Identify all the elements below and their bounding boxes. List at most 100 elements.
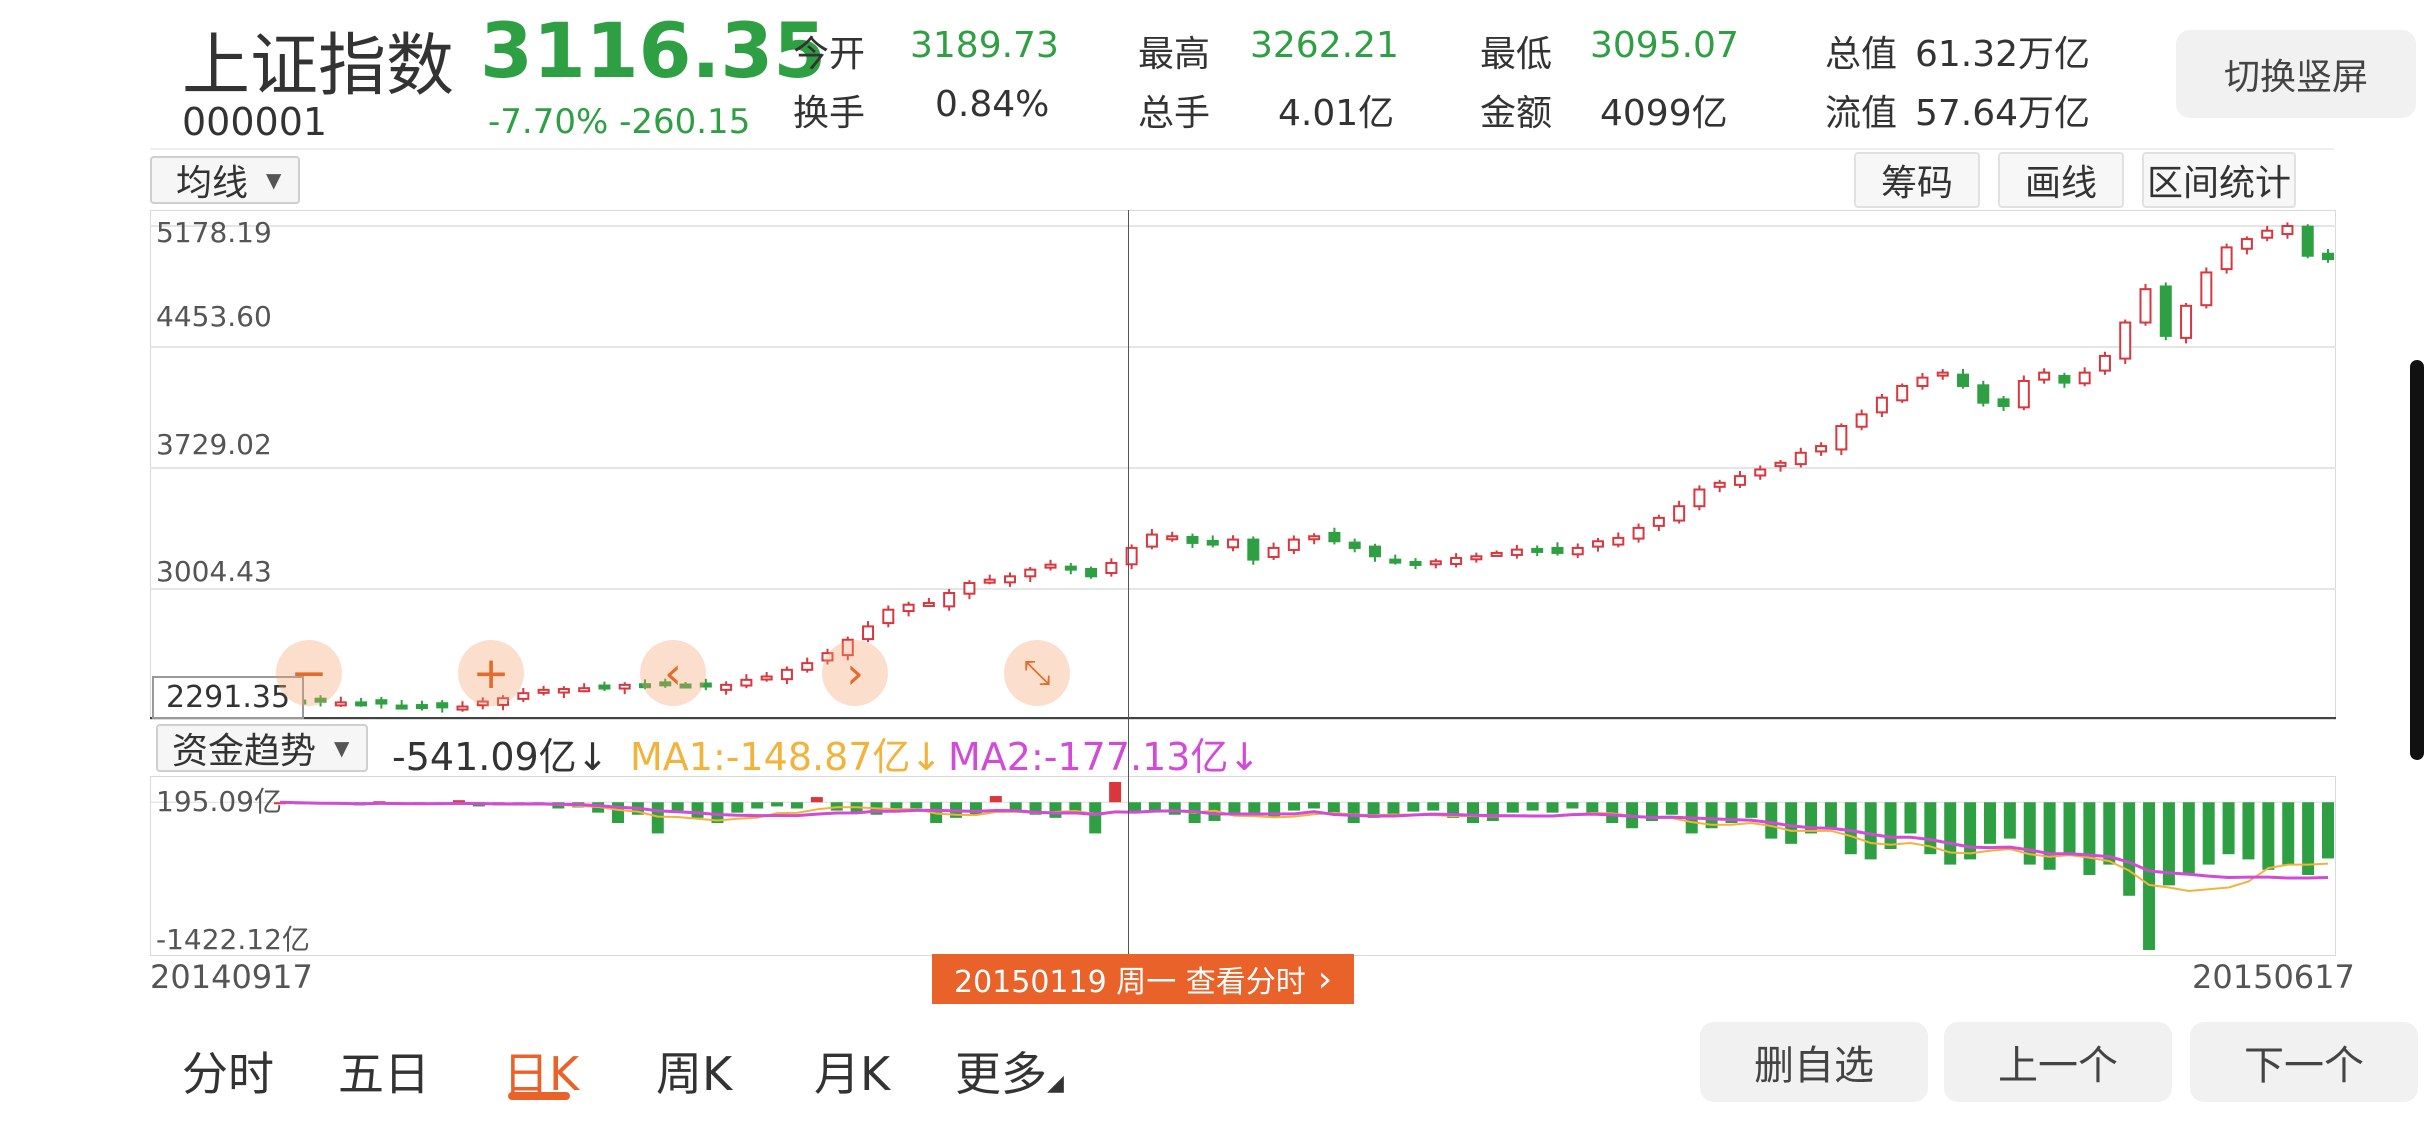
stat-turnover-label: 换手 bbox=[793, 93, 866, 134]
fund-bar bbox=[910, 802, 923, 809]
fund-bar bbox=[1765, 802, 1778, 839]
candle-body bbox=[1875, 396, 1888, 414]
ma-select[interactable]: 均线 ▼ bbox=[150, 156, 300, 204]
fund-bar bbox=[1148, 802, 1161, 811]
y-label-2: 4453.60 bbox=[156, 300, 272, 333]
candle-body bbox=[760, 675, 773, 681]
zoom-out-icon[interactable]: − bbox=[276, 640, 342, 706]
draw-line-button[interactable]: 画线 bbox=[1998, 152, 2124, 208]
cursor-date-text: 20150119 周一 查看分时 bbox=[954, 965, 1306, 1000]
fund-bar bbox=[1407, 802, 1420, 812]
candle-body bbox=[1308, 535, 1321, 541]
fund-bar bbox=[1347, 802, 1360, 824]
next-arrow-icon[interactable]: › bbox=[822, 640, 888, 706]
index-change: -7.70% -260.15 bbox=[488, 102, 751, 142]
candle-body bbox=[415, 704, 428, 710]
tab-intraday[interactable]: 分时 bbox=[182, 1038, 274, 1104]
chips-button[interactable]: 筹码 bbox=[1854, 152, 1980, 208]
tab-weekly-k[interactable]: 周K bbox=[656, 1038, 732, 1104]
next-button[interactable]: 下一个 bbox=[2190, 1022, 2418, 1102]
fund-bar bbox=[691, 802, 704, 818]
stat-low-value: 3095.07 bbox=[1590, 25, 1739, 66]
zoom-in-icon[interactable]: + bbox=[458, 640, 524, 706]
candle-body bbox=[1389, 558, 1402, 564]
candle-body bbox=[1409, 560, 1422, 566]
fund-bar bbox=[1864, 802, 1877, 860]
remove-watchlist-button[interactable]: 删自选 bbox=[1700, 1022, 1928, 1102]
candle-body bbox=[537, 688, 550, 694]
candle-body bbox=[2119, 321, 2132, 360]
header-divider bbox=[150, 148, 2334, 150]
fund-chart[interactable] bbox=[150, 776, 2336, 956]
y-label-4: 3004.43 bbox=[156, 555, 272, 588]
stat-total-value-label: 总值 bbox=[1825, 34, 1898, 75]
y-label-3: 3729.02 bbox=[156, 428, 272, 461]
candle-body bbox=[1247, 538, 1260, 561]
start-date: 20140917 bbox=[150, 958, 313, 996]
candle-body bbox=[1044, 563, 1057, 569]
candle-body bbox=[2139, 288, 2152, 324]
candle-body bbox=[2180, 304, 2193, 339]
y-label-1: 5178.19 bbox=[156, 216, 272, 249]
ma-select-label: 均线 bbox=[176, 163, 249, 204]
candle-body bbox=[1064, 565, 1077, 571]
scrollbar[interactable] bbox=[2410, 360, 2424, 760]
fund-select[interactable]: 资金趋势 ▼ bbox=[156, 724, 368, 772]
stat-turnover-value: 0.84% bbox=[935, 84, 1050, 125]
candle-body bbox=[1835, 425, 1848, 451]
candle-body bbox=[2058, 374, 2071, 384]
fund-select-label: 资金趋势 bbox=[172, 731, 317, 772]
candle-body bbox=[598, 684, 611, 690]
candle-body bbox=[1531, 547, 1544, 553]
fund-bar bbox=[810, 797, 823, 803]
candle-body bbox=[1673, 505, 1686, 522]
candle-body bbox=[2078, 371, 2091, 385]
fund-bar bbox=[1745, 802, 1758, 818]
fund-bar bbox=[1506, 802, 1519, 813]
candle-body bbox=[1227, 538, 1240, 549]
fund-bar bbox=[771, 802, 784, 807]
fund-bar bbox=[671, 802, 684, 811]
candle-body bbox=[1551, 546, 1564, 554]
fund-bar bbox=[1546, 802, 1559, 813]
range-stats-button[interactable]: 区间统计 bbox=[2142, 152, 2296, 208]
index-name: 上证指数 bbox=[182, 27, 455, 106]
fund-bar bbox=[1904, 802, 1917, 834]
candle-body bbox=[2098, 354, 2111, 372]
index-price: 3116.35 bbox=[480, 6, 827, 95]
fund-value: -541.09亿↓ bbox=[392, 735, 609, 779]
switch-orientation-button[interactable]: 切换竖屏 bbox=[2176, 30, 2416, 118]
candle-body bbox=[2301, 225, 2314, 257]
candle-body bbox=[1450, 556, 1463, 565]
candle-body bbox=[1896, 384, 1909, 402]
candle-body bbox=[1693, 488, 1706, 508]
candle-body bbox=[2281, 225, 2294, 236]
candle-body bbox=[1855, 413, 1868, 428]
fund-bar bbox=[2182, 802, 2195, 875]
stat-open-value: 3189.73 bbox=[910, 25, 1059, 66]
fund-bar bbox=[1884, 802, 1897, 850]
candle-body bbox=[1429, 560, 1442, 566]
previous-button[interactable]: 上一个 bbox=[1944, 1022, 2172, 1102]
stat-open-label: 今开 bbox=[793, 34, 866, 75]
candle-body bbox=[1267, 546, 1280, 558]
stat-float-label: 流值 bbox=[1825, 93, 1898, 134]
collapse-icon[interactable]: ⤡ bbox=[1004, 640, 1070, 706]
candle-body bbox=[2038, 371, 2051, 381]
fund-bar bbox=[989, 796, 1002, 803]
fund-bar bbox=[1049, 802, 1062, 818]
tab-monthly-k[interactable]: 月K bbox=[814, 1038, 890, 1104]
candle-body bbox=[720, 683, 733, 691]
fund-bar bbox=[1168, 802, 1181, 815]
prev-arrow-icon[interactable]: ‹ bbox=[640, 640, 706, 706]
cursor-date-tag[interactable]: 20150119 周一 查看分时 › bbox=[932, 954, 1355, 1004]
fund-bar bbox=[2282, 802, 2295, 865]
tab-five-day[interactable]: 五日 bbox=[338, 1038, 430, 1104]
fund-bar bbox=[751, 802, 764, 809]
fund-bar bbox=[1307, 802, 1320, 809]
tab-more[interactable]: 更多◢ bbox=[955, 1038, 1064, 1104]
crosshair-line bbox=[1128, 210, 1129, 962]
stat-amount-value: 4099亿 bbox=[1600, 93, 1728, 134]
fund-bar bbox=[1983, 802, 1996, 844]
candle-body bbox=[1368, 545, 1381, 558]
